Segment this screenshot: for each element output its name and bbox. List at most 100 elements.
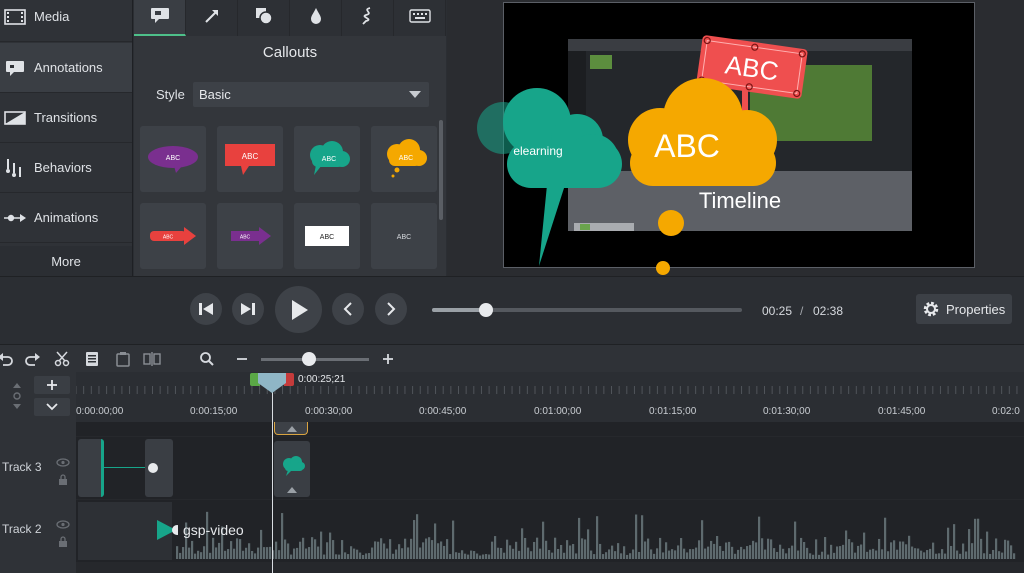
step-forward-icon: [241, 303, 255, 315]
sidebar-item-transitions[interactable]: Transitions: [0, 93, 132, 143]
total-time: 02:38: [813, 304, 844, 318]
waveform-bar: [872, 548, 875, 559]
waveform-bar: [719, 546, 722, 559]
waveform-bar: [914, 548, 917, 559]
play-button[interactable]: [275, 286, 322, 333]
paste-button[interactable]: [112, 349, 134, 369]
callout-tile-orange-thought[interactable]: ABC: [371, 126, 437, 192]
chevron-down-icon: [409, 91, 421, 98]
teal-callout-clip[interactable]: [274, 441, 310, 497]
waveform-bar: [377, 541, 380, 559]
waveform-bar: [785, 553, 788, 559]
zoom-out-button[interactable]: [231, 349, 253, 369]
callout-tile-white-box[interactable]: ABC: [294, 203, 360, 269]
cut-button[interactable]: [51, 349, 73, 369]
tab-callouts[interactable]: [134, 0, 186, 36]
waveform-bar: [653, 553, 656, 559]
sidebar-item-annotations[interactable]: Annotations: [0, 43, 132, 93]
callout-clip[interactable]: [274, 422, 308, 435]
teal-cloud-callout: ABC: [310, 141, 350, 175]
zoom-slider-handle[interactable]: [302, 352, 316, 366]
style-dropdown[interactable]: Basic: [193, 82, 429, 107]
waveform-bar: [938, 553, 941, 559]
step-back-button[interactable]: [190, 293, 222, 325]
eye-icon[interactable]: [56, 516, 70, 534]
zoom-search-button[interactable]: [196, 349, 218, 369]
waveform-bar: [386, 548, 389, 559]
scrub-handle[interactable]: [479, 303, 493, 317]
callout-tile-purple-speech[interactable]: ABC: [140, 126, 206, 192]
waveform-bar: [524, 537, 527, 559]
waveform-bar: [794, 521, 797, 559]
callout-clip[interactable]: [145, 439, 173, 497]
waveform-bar: [338, 554, 341, 559]
waveform-bar: [536, 537, 539, 559]
magnet-icon[interactable]: [12, 382, 22, 415]
waveform-bar: [194, 553, 197, 559]
callout-tile-red-arrow[interactable]: ABC: [140, 203, 206, 269]
callout-tile-teal-cloud[interactable]: ABC: [294, 126, 360, 192]
copy-button[interactable]: [81, 349, 103, 369]
waveform-bar: [290, 554, 293, 559]
playhead-handle[interactable]: [250, 373, 294, 393]
undo-button[interactable]: [0, 349, 16, 369]
callout-clip[interactable]: [78, 439, 104, 497]
tab-blur[interactable]: [290, 0, 342, 36]
waveform-bar: [314, 539, 317, 559]
paste-icon: [116, 352, 130, 367]
callout-tile-purple-arrow[interactable]: ABC: [217, 203, 283, 269]
lock-icon[interactable]: [58, 534, 68, 552]
teal-cloud-callout[interactable]: elearning: [477, 88, 622, 266]
waveform-bar: [575, 553, 578, 559]
time-ruler[interactable]: 0:00:00;00 0:00:15;00 0:00:30;00 0:00:45…: [76, 372, 1024, 422]
tab-keystroke[interactable]: [394, 0, 446, 36]
previous-marker-button[interactable]: [332, 293, 364, 325]
track-3-lane[interactable]: [76, 437, 1024, 499]
callout-tile-red-speech[interactable]: ABC: [217, 126, 283, 192]
waveform-bar: [554, 537, 557, 559]
track-2-lane[interactable]: gsp-video: [76, 500, 1024, 562]
waveform-bar: [779, 544, 782, 559]
waveform-bar: [353, 548, 356, 559]
ruler-label: 0:00:45;00: [419, 406, 467, 417]
waveform-bar: [284, 539, 287, 559]
step-forward-button[interactable]: [232, 293, 264, 325]
properties-label: Properties: [946, 301, 1006, 317]
more-button[interactable]: More: [0, 246, 132, 276]
sidebar-item-media[interactable]: Media: [0, 0, 132, 42]
redo-button[interactable]: [22, 349, 44, 369]
waveform-bar: [959, 553, 962, 559]
ruler-label: 0:01:15;00: [649, 406, 697, 417]
orange-cloud-callout[interactable]: ABC: [628, 78, 777, 275]
tab-sketch-motion[interactable]: [342, 0, 394, 36]
waveform-bar: [908, 535, 911, 559]
video-transition-icon[interactable]: [156, 519, 178, 541]
panel-scrollbar[interactable]: [439, 120, 443, 220]
sidebar-item-animations[interactable]: Animations: [0, 193, 132, 243]
add-track-button[interactable]: [34, 376, 70, 394]
minus-icon: [237, 358, 247, 360]
split-button[interactable]: [141, 349, 163, 369]
waveform-bar: [359, 552, 362, 559]
waveform-bar: [923, 552, 926, 559]
orange-thought-callout: ABC: [387, 139, 427, 178]
waveform-bar: [656, 548, 659, 559]
eye-icon[interactable]: [56, 454, 70, 472]
waveform-bar: [191, 540, 194, 559]
waveform-bar: [479, 555, 482, 559]
next-marker-button[interactable]: [375, 293, 407, 325]
tab-arrows[interactable]: [186, 0, 238, 36]
waveform-bar: [332, 540, 335, 559]
sidebar-item-behaviors[interactable]: Behaviors: [0, 143, 132, 193]
waveform-bar: [920, 550, 923, 559]
properties-button[interactable]: Properties: [916, 294, 1012, 324]
zoom-in-button[interactable]: [377, 349, 399, 369]
waveform-bar: [761, 538, 764, 559]
waveform-bar: [800, 537, 803, 559]
callout-tile-text-only[interactable]: ABC: [371, 203, 437, 269]
tab-shapes[interactable]: [238, 0, 290, 36]
collapse-tracks-button[interactable]: [34, 398, 70, 416]
lock-icon[interactable]: [58, 472, 68, 490]
waveform-bar: [188, 547, 191, 559]
animation-point[interactable]: [148, 463, 158, 473]
